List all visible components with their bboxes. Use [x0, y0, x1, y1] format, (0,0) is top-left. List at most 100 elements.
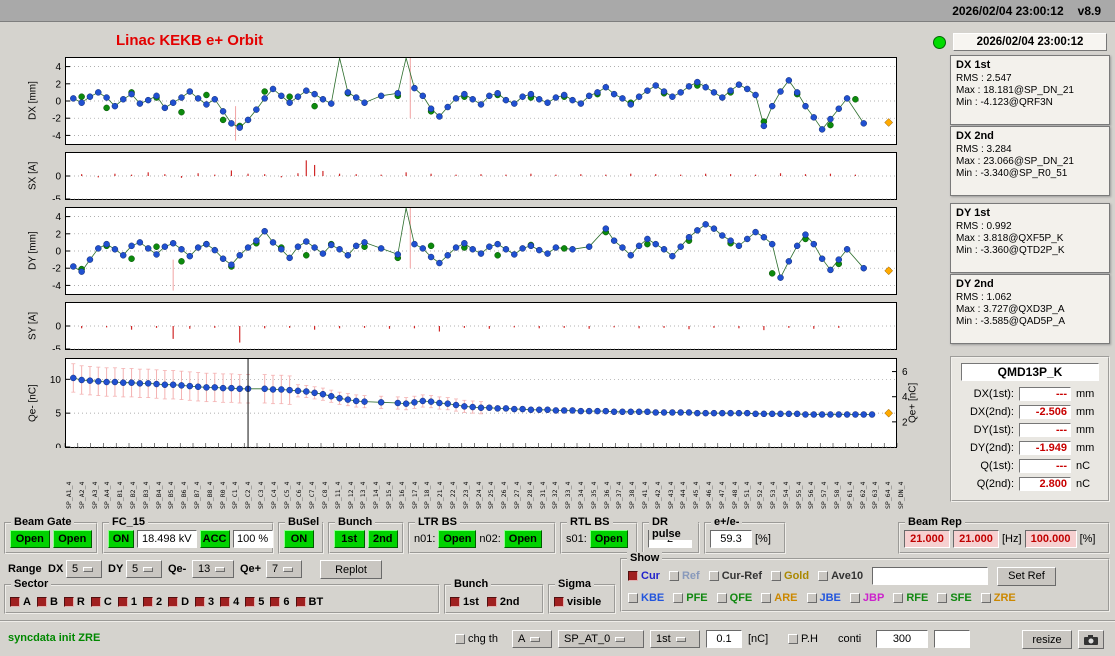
threshold-field[interactable]: 0.1	[706, 630, 742, 648]
checkbox-box[interactable]	[937, 593, 948, 603]
bunch-2nd-button[interactable]: 2nd	[367, 530, 398, 548]
checkbox-2[interactable]: 2	[142, 596, 162, 608]
checkbox-box[interactable]	[117, 597, 128, 607]
checkbox-kbe[interactable]: KBE	[628, 592, 664, 604]
range-dy-dropdown[interactable]: 5	[126, 560, 162, 578]
group-label: Bunch	[335, 516, 376, 528]
checkbox-box[interactable]	[36, 597, 47, 607]
checkbox-box[interactable]	[295, 597, 306, 607]
beam-gate-open-1-button[interactable]: Open	[10, 530, 50, 548]
camera-button[interactable]	[1078, 630, 1104, 649]
ph-checkbox[interactable]: P.H	[788, 633, 818, 645]
checkbox-box[interactable]	[168, 597, 179, 607]
checkbox-box[interactable]	[893, 593, 904, 603]
beam-gate-open-2-button[interactable]: Open	[52, 530, 92, 548]
checkbox-5[interactable]: 5	[245, 596, 264, 608]
checkbox-box[interactable]	[818, 571, 829, 581]
checkbox-gold[interactable]: Gold	[771, 570, 809, 582]
ratio-field[interactable]: 59.3	[710, 530, 752, 548]
checkbox-a[interactable]: A	[10, 596, 31, 608]
checkbox-b[interactable]: B	[36, 596, 58, 608]
range-dx-dropdown[interactable]: 5	[66, 560, 102, 578]
checkbox-qfe[interactable]: QFE	[716, 592, 752, 604]
checkbox-1st[interactable]: 1st	[450, 596, 479, 608]
busel-on-button[interactable]: ON	[284, 530, 314, 548]
checkbox-box[interactable]	[220, 597, 231, 607]
checkbox-box[interactable]	[716, 593, 727, 603]
set-ref-button[interactable]: Set Ref	[997, 566, 1056, 586]
rtl-s01-open-button[interactable]: Open	[589, 530, 628, 548]
set-ref-input[interactable]	[872, 567, 989, 585]
checkbox-box[interactable]	[980, 593, 991, 603]
range-qep-dropdown[interactable]: 7	[266, 560, 302, 578]
checkbox-box[interactable]	[270, 597, 281, 607]
checkbox-are[interactable]: ARE	[761, 592, 798, 604]
checkbox-label: 2nd	[499, 596, 520, 608]
svg-text:0: 0	[55, 247, 61, 258]
aux-field[interactable]	[934, 630, 970, 648]
checkbox-box[interactable]	[668, 571, 679, 581]
checkbox-2nd[interactable]: 2nd	[486, 596, 520, 608]
checkbox-box[interactable]	[628, 571, 638, 581]
checkbox-jbe[interactable]: JBE	[806, 592, 841, 604]
fc15-on-button[interactable]: ON	[108, 530, 134, 548]
option-a-dropdown[interactable]: A	[512, 630, 552, 648]
checkbox-box[interactable]	[10, 597, 20, 607]
resize-button[interactable]: resize	[1022, 630, 1072, 649]
checkbox-zre[interactable]: ZRE	[980, 592, 1016, 604]
checkbox-cur-ref[interactable]: Cur-Ref	[708, 570, 762, 582]
checkbox-box[interactable]	[142, 597, 153, 607]
checkbox-box[interactable]	[486, 597, 497, 607]
checkbox-box[interactable]	[788, 634, 798, 644]
checkbox-4[interactable]: 4	[220, 596, 239, 608]
fc15-acc-button[interactable]: ACC	[199, 530, 230, 548]
fc15-kv-field[interactable]: 18.498 kV	[137, 530, 197, 548]
checkbox-6[interactable]: 6	[270, 596, 290, 608]
bunch-1st-dropdown[interactable]: 1st	[650, 630, 700, 648]
checkbox-r[interactable]: R	[63, 596, 85, 608]
conti-count-field[interactable]: 300	[876, 630, 928, 648]
checkbox-box[interactable]	[450, 597, 460, 607]
checkbox-box[interactable]	[63, 597, 74, 607]
checkbox-jbp[interactable]: JBP	[849, 592, 884, 604]
checkbox-box[interactable]	[554, 597, 564, 607]
ltr-n01-open-button[interactable]: Open	[438, 530, 477, 548]
checkbox-rfe[interactable]: RFE	[893, 592, 928, 604]
ltr-n02-open-button[interactable]: Open	[503, 530, 542, 548]
checkbox-box[interactable]	[708, 571, 719, 581]
show-row-1: Cur Ref Cur-Ref Gold Ave10 Set Ref	[628, 565, 1102, 587]
svg-text:4: 4	[902, 392, 908, 403]
checkbox-3[interactable]: 3	[195, 596, 214, 608]
checkbox-1[interactable]: 1	[117, 596, 137, 608]
checkbox-box[interactable]	[849, 593, 860, 603]
group-sigma: Sigma visible	[548, 578, 616, 614]
checkbox-c[interactable]: C	[90, 596, 112, 608]
checkbox-sfe[interactable]: SFE	[937, 592, 972, 604]
checkbox-pfe[interactable]: PFE	[673, 592, 708, 604]
checkbox-ref[interactable]: Ref	[668, 570, 700, 582]
fc15-percent-field[interactable]: 100 %	[232, 530, 273, 548]
checkbox-d[interactable]: D	[168, 596, 189, 608]
checkbox-ave10[interactable]: Ave10	[818, 570, 863, 582]
checkbox-box[interactable]	[806, 593, 817, 603]
chg-th-checkbox[interactable]: chg th	[455, 633, 498, 645]
range-qem-dropdown[interactable]: 13	[192, 560, 234, 578]
checkbox-box[interactable]	[90, 597, 101, 607]
checkbox-box[interactable]	[628, 593, 638, 603]
replot-button[interactable]: Replot	[320, 560, 382, 579]
beam-rep-hz-unit: [Hz]	[1002, 533, 1022, 545]
checkbox-bt[interactable]: BT	[295, 596, 323, 608]
checkbox-box[interactable]	[761, 593, 772, 603]
beam-rep-field-2[interactable]: 21.000	[953, 530, 999, 548]
checkbox-box[interactable]	[771, 571, 782, 581]
checkbox-box[interactable]	[455, 634, 465, 644]
checkbox-box[interactable]	[195, 597, 206, 607]
beam-rep-field-1[interactable]: 21.000	[904, 530, 950, 548]
checkbox-box[interactable]	[245, 597, 256, 607]
checkbox-box[interactable]	[673, 593, 684, 603]
bunch-1st-button[interactable]: 1st	[334, 530, 365, 548]
sp-at-0-dropdown[interactable]: SP_AT_0	[558, 630, 644, 648]
beam-rep-field-3[interactable]: 100.000	[1024, 530, 1077, 548]
checkbox-visible[interactable]: visible	[554, 596, 601, 608]
checkbox-cur[interactable]: Cur	[628, 570, 660, 582]
